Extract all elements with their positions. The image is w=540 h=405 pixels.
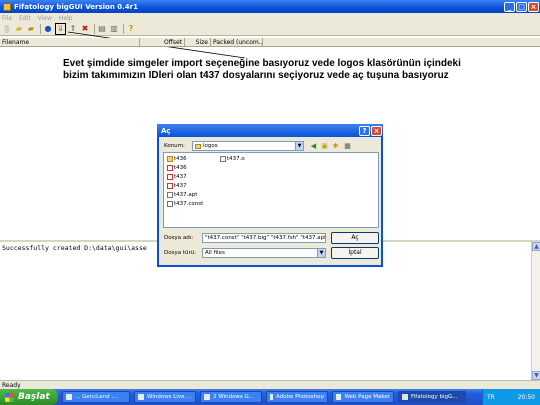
look-in-value: logos — [203, 143, 218, 149]
column-spacer — [140, 38, 160, 46]
start-button[interactable]: Başlat — [0, 389, 58, 405]
clock[interactable]: 20:50 — [518, 394, 535, 401]
file-icon — [167, 201, 173, 207]
filetype-label: Dosya türü: — [164, 250, 197, 256]
menu-view[interactable]: View — [38, 15, 52, 22]
status-bar: Ready — [0, 380, 540, 389]
toolbar-separator — [40, 24, 41, 34]
taskbar-item[interactable]: 2 Windows G... — [200, 391, 262, 403]
chevron-down-icon[interactable]: ▼ — [295, 142, 303, 150]
folder-icon — [195, 144, 201, 149]
chevron-down-icon[interactable]: ▼ — [317, 249, 325, 257]
annotation-line-1: Evet şimdide simgeler import seçeneğine … — [63, 58, 461, 69]
scroll-up-arrow-icon[interactable]: ▲ — [532, 242, 540, 251]
file-list: t436 t436 t437 t437 t437.apt t437.const … — [163, 152, 379, 228]
list-item[interactable]: t437 — [167, 174, 187, 180]
column-size[interactable]: Size — [185, 38, 211, 46]
taskbar-item[interactable]: Windows Live ... — [134, 391, 196, 403]
list-item[interactable]: t437 — [167, 183, 187, 189]
up-folder-icon[interactable]: ▣ — [320, 142, 329, 150]
app-icon — [3, 2, 11, 11]
log-scrollbar[interactable]: ▲ ▼ — [531, 242, 540, 380]
dialog-title: Aç — [161, 126, 171, 135]
windows-logo-icon — [5, 392, 14, 402]
app-icon — [402, 394, 408, 400]
list-item[interactable]: t437.apt — [167, 192, 197, 198]
file-icon — [167, 165, 173, 171]
app-icon — [336, 394, 342, 400]
minimize-button[interactable]: _ — [504, 1, 515, 12]
file-icon — [167, 183, 173, 189]
filetype-select[interactable]: All files ▼ — [202, 248, 326, 258]
list-item[interactable]: t437.const — [167, 201, 203, 207]
app-icon — [204, 394, 210, 400]
window-title: Fifatology bigGUI Version 0.4r1 — [14, 2, 138, 11]
list-item[interactable]: t437.o — [220, 156, 245, 162]
open-file-dialog: Aç ? × Konum: logos ▼ ◀ ▣ ✱ ▦ t436 t436 … — [157, 124, 383, 267]
system-tray: TR 20:50 — [482, 389, 540, 405]
column-offset[interactable]: Offset — [160, 38, 185, 46]
menu-help[interactable]: Help — [59, 15, 73, 22]
folder-icon — [167, 156, 173, 162]
taskbar-item-active[interactable]: Fifatology bigG... — [398, 391, 466, 403]
view-menu-icon[interactable]: ▦ — [343, 142, 352, 150]
dialog-titlebar: Aç ? × — [157, 124, 383, 137]
column-packed[interactable]: Packed (uncom... — [211, 38, 263, 46]
file-icon — [167, 174, 173, 180]
dialog-close-button[interactable]: × — [371, 125, 382, 136]
open-icon[interactable]: ▰ — [14, 24, 24, 34]
close-button[interactable]: × — [528, 1, 539, 12]
back-icon[interactable]: ◀ — [309, 142, 318, 150]
taskbar-item[interactable]: Web Page Maker — [332, 391, 394, 403]
file-icon — [220, 156, 226, 162]
file-list-header: Filename Offset Size Packed (uncom... — [0, 38, 540, 47]
tutorial-annotation: Evet şimdide simgeler import seçeneğine … — [63, 58, 523, 108]
taskbar-item[interactable]: Adobe Photoshop — [266, 391, 328, 403]
file-icon — [167, 192, 173, 198]
annotation-line-2: bizim takımımızın IDleri olan t437 dosya… — [63, 70, 449, 81]
menu-file[interactable]: File — [2, 15, 12, 22]
app-icon — [270, 394, 273, 400]
window-titlebar: Fifatology bigGUI Version 0.4r1 _ □ × — [0, 0, 540, 13]
column-filename[interactable]: Filename — [0, 38, 140, 46]
menu-bar: File Edit View Help — [0, 13, 540, 23]
maximize-button[interactable]: □ — [516, 1, 527, 12]
open-button[interactable]: Aç — [331, 232, 379, 244]
language-indicator[interactable]: TR — [487, 394, 495, 401]
filename-input[interactable]: "t437.const" "t437.big" "t437.fsh" "t437… — [202, 233, 326, 243]
app-icon — [66, 394, 72, 400]
list-item-folder[interactable]: t436 — [167, 156, 187, 162]
scroll-down-arrow-icon[interactable]: ▼ — [532, 371, 540, 380]
menu-edit[interactable]: Edit — [19, 15, 31, 22]
dialog-help-button[interactable]: ? — [359, 125, 370, 136]
new-icon[interactable]: ▯ — [2, 24, 12, 34]
look-in-combo[interactable]: logos ▼ — [192, 141, 304, 151]
taskbar: Başlat ... GencLand :... Windows Live ..… — [0, 389, 540, 405]
app-icon — [138, 394, 144, 400]
filename-label: Dosya adı: — [164, 235, 194, 241]
cancel-button[interactable]: İptal — [331, 247, 379, 259]
taskbar-item[interactable]: ... GencLand :... — [62, 391, 130, 403]
filetype-value: All files — [205, 250, 225, 256]
new-folder-icon[interactable]: ✱ — [331, 142, 340, 150]
list-item[interactable]: t436 — [167, 165, 187, 171]
globe-icon[interactable]: ● — [43, 24, 53, 34]
look-in-label: Konum: — [164, 143, 185, 149]
save-folder-icon[interactable]: ▰ — [26, 24, 36, 34]
